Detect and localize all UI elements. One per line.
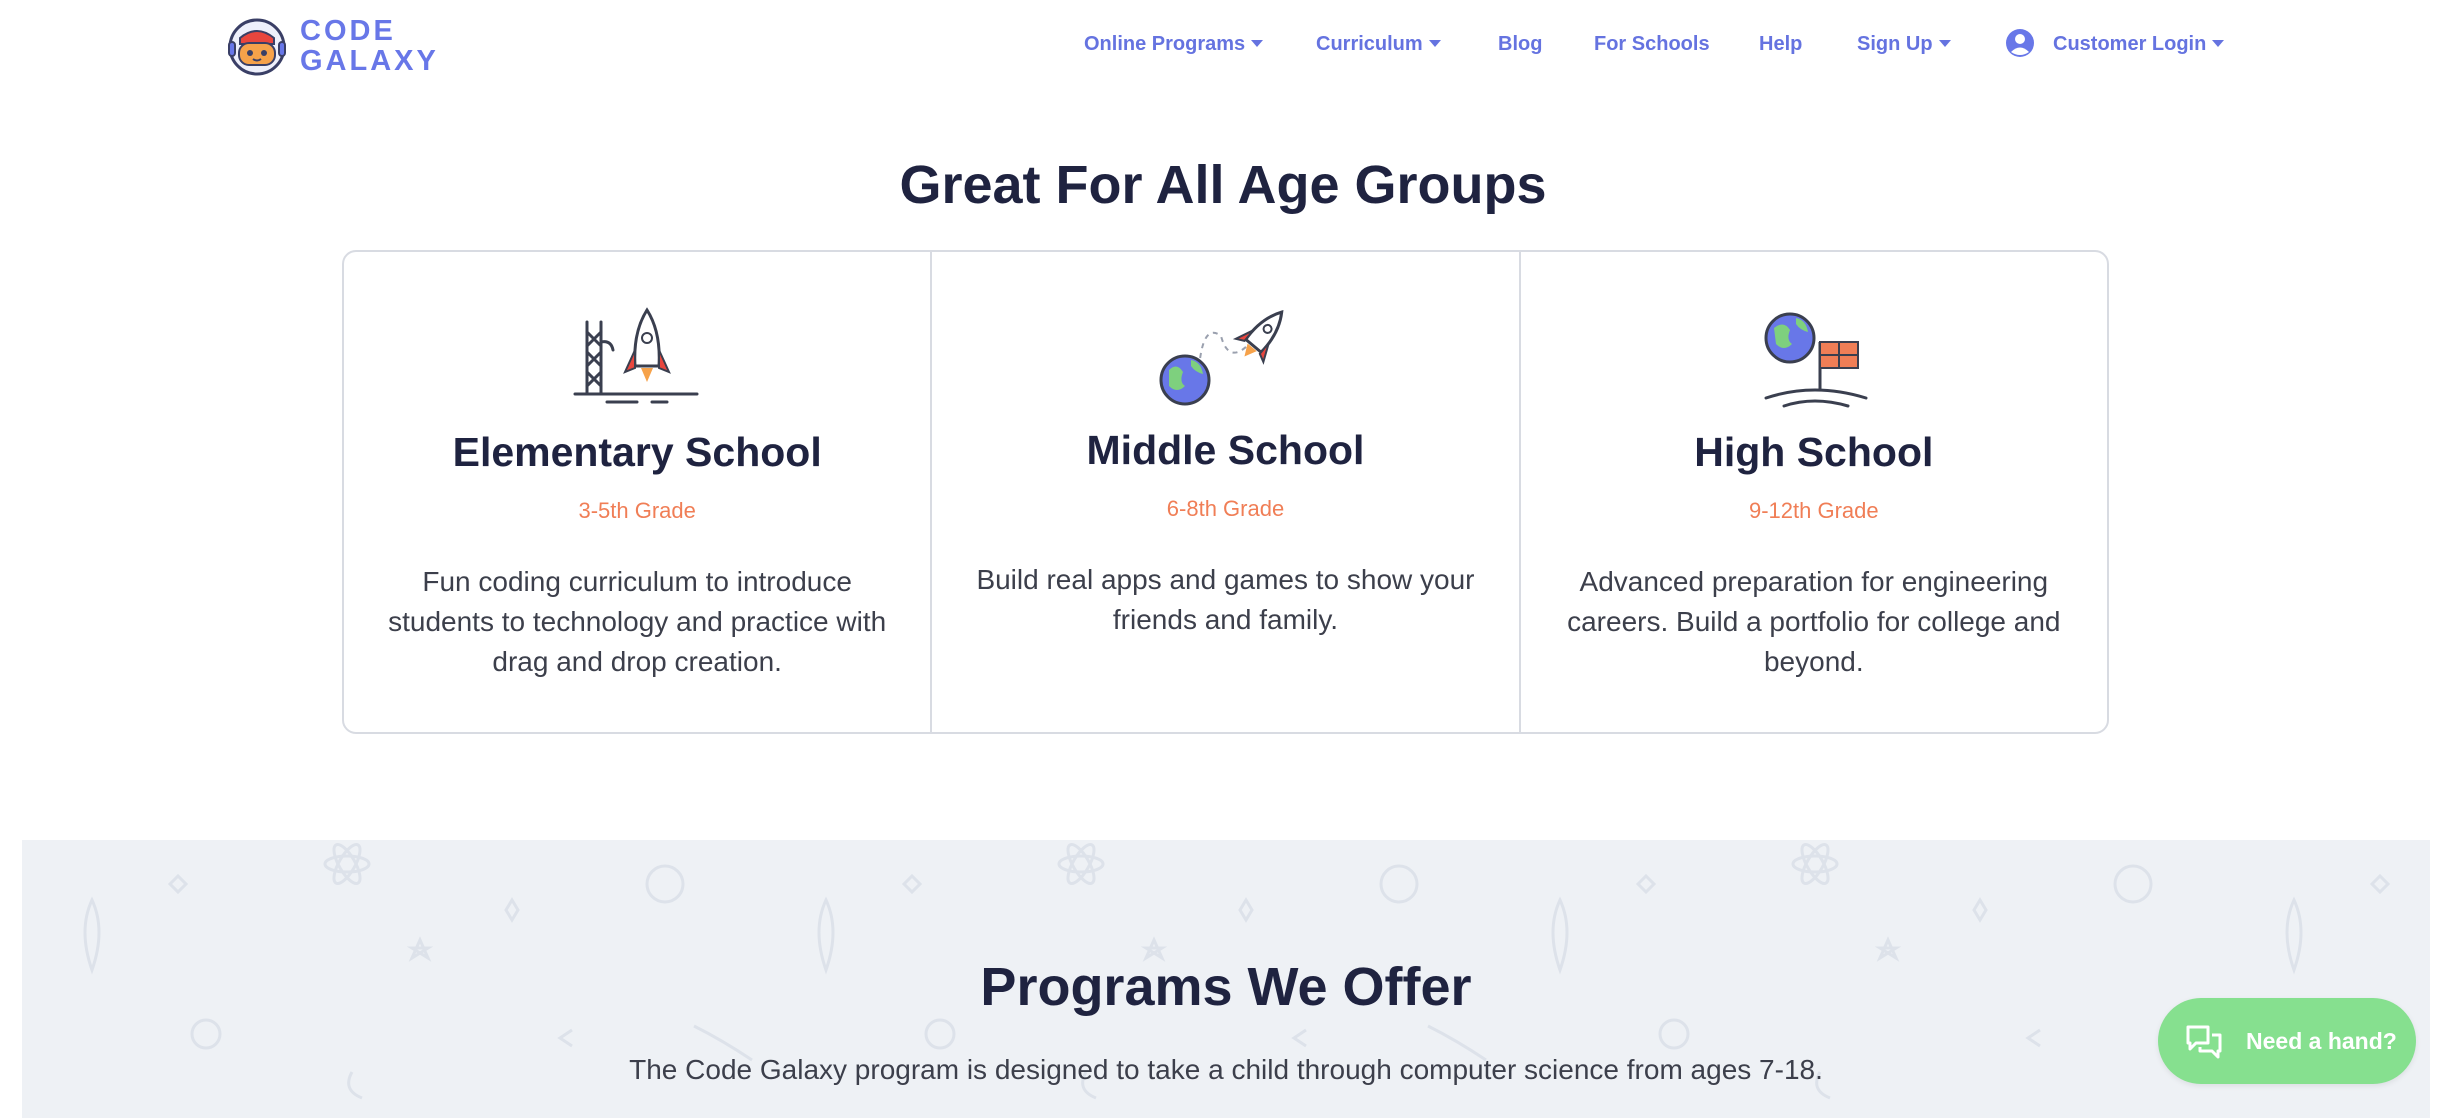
card-title: Elementary School [452, 429, 822, 475]
code-galaxy-logo[interactable]: CODE GALAXY [226, 14, 446, 76]
nav-customer-login[interactable]: Customer Login [2006, 29, 2225, 58]
nav-label: Blog [1498, 33, 1543, 55]
logo-wordmark: CODE GALAXY [300, 16, 439, 76]
programs-section: Programs We Offer The Code Galaxy progra… [22, 840, 2430, 1118]
programs-title: Programs We Offer [980, 957, 1472, 1017]
nav-label: For Schools [1594, 33, 1710, 55]
age-card-high: High School 9-12th Grade Advanced prepar… [1518, 252, 2107, 732]
logo-line-2: GALAXY [300, 45, 439, 77]
nav-label: Online Programs [1084, 33, 1246, 55]
chat-bubbles-icon [2186, 1025, 2222, 1059]
nav-online-programs[interactable]: Online Programs [1084, 30, 1264, 58]
nav-sign-up[interactable]: Sign Up [1857, 30, 1951, 58]
user-circle-icon [2006, 29, 2034, 57]
earth-rocket-icon [1159, 310, 1284, 406]
card-title: Middle School [1086, 427, 1365, 473]
help-label: Need a hand? [2246, 1027, 2397, 1054]
nav-curriculum[interactable]: Curriculum [1316, 30, 1441, 58]
nav-label: Sign Up [1857, 33, 1933, 55]
nav-help[interactable]: Help [1759, 30, 1802, 58]
age-card-elementary: Elementary School 3-5th Grade Fun coding… [344, 252, 930, 732]
site-header: CODE GALAXY Online Programs Curriculum B… [0, 0, 2446, 90]
age-groups-title: Great For All Age Groups [899, 155, 1547, 215]
programs-subtitle: The Code Galaxy program is designed to t… [629, 1054, 1823, 1085]
earth-flag-icon [1764, 312, 1868, 408]
chevron-down-icon [1938, 39, 1951, 47]
card-description: Advanced preparation for engineering car… [1567, 566, 2061, 677]
need-a-hand-button[interactable]: Need a hand? [2158, 998, 2416, 1084]
card-description: Fun coding curriculum to introduce stude… [388, 566, 887, 677]
astronaut-logo-icon [228, 18, 286, 76]
card-title: High School [1694, 429, 1934, 475]
chevron-down-icon [2212, 39, 2225, 47]
card-grade: 6-8th Grade [1166, 496, 1285, 521]
card-description: Build real apps and games to show your f… [976, 564, 1475, 635]
chevron-down-icon [1428, 39, 1441, 47]
nav-for-schools[interactable]: For Schools [1594, 30, 1710, 58]
nav-label: Help [1759, 33, 1803, 55]
age-card-middle: Middle School 6-8th Grade Build real app… [930, 252, 1518, 732]
age-group-cards: Elementary School 3-5th Grade Fun coding… [342, 250, 2109, 734]
rocket-launch-icon [573, 307, 699, 404]
logo-line-1: CODE [300, 15, 396, 47]
nav-label: Curriculum [1316, 33, 1423, 55]
chevron-down-icon [1251, 39, 1264, 47]
card-grade: 9-12th Grade [1749, 498, 1879, 523]
nav-label: Customer Login [2053, 33, 2207, 55]
nav-blog[interactable]: Blog [1498, 30, 1542, 58]
card-grade: 3-5th Grade [578, 498, 696, 523]
